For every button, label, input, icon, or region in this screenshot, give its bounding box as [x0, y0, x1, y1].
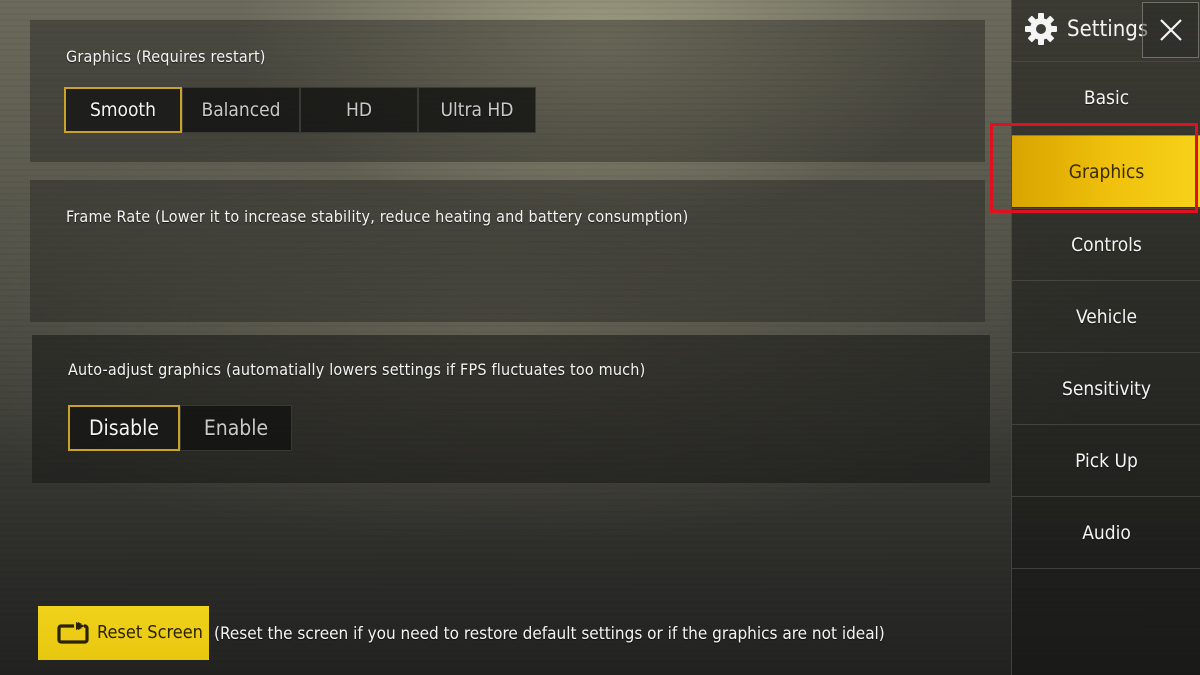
sidebar-item-pick-up[interactable]: Pick Up [1012, 424, 1200, 496]
sidebar-empty-slot [1012, 568, 1200, 675]
sidebar-item-sensitivity[interactable]: Sensitivity [1012, 352, 1200, 424]
reset-screen-icon [57, 622, 89, 644]
auto-adjust-title: Auto-adjust graphics (automatially lower… [68, 360, 646, 379]
sidebar-item-graphics[interactable]: Graphics [1012, 135, 1200, 207]
close-button[interactable] [1142, 2, 1199, 58]
settings-sidebar: Settings Basic Graphics Controls Vehicle… [1011, 0, 1200, 675]
sidebar-item-vehicle[interactable]: Vehicle [1012, 280, 1200, 352]
graphics-option-ultra-hd[interactable]: Ultra HD [418, 87, 536, 133]
auto-adjust-option-enable[interactable]: Enable [180, 405, 292, 451]
frame-rate-panel: Frame Rate (Lower it to increase stabili… [30, 180, 985, 322]
reset-screen-label: Reset Screen [97, 622, 203, 643]
sidebar-header: Settings [1012, 0, 1200, 60]
auto-adjust-panel: Auto-adjust graphics (automatially lower… [32, 335, 990, 483]
graphics-option-hd[interactable]: HD [300, 87, 418, 133]
graphics-quality-panel: Graphics (Requires restart) Smooth Balan… [30, 20, 985, 162]
sidebar-item-controls[interactable]: Controls [1012, 208, 1200, 280]
sidebar-item-audio[interactable]: Audio [1012, 496, 1200, 568]
auto-adjust-segmented-control: Disable Enable [68, 405, 292, 451]
graphics-quality-title: Graphics (Requires restart) [66, 47, 266, 66]
graphics-option-balanced[interactable]: Balanced [182, 87, 300, 133]
gear-icon [1025, 13, 1057, 45]
graphics-quality-segmented-control: Smooth Balanced HD Ultra HD [64, 87, 536, 133]
graphics-option-smooth[interactable]: Smooth [64, 87, 182, 133]
frame-rate-title: Frame Rate (Lower it to increase stabili… [66, 207, 689, 226]
reset-screen-button[interactable]: Reset Screen [38, 606, 209, 660]
close-icon [1159, 19, 1182, 41]
auto-adjust-option-disable[interactable]: Disable [68, 405, 180, 451]
settings-title: Settings [1067, 17, 1149, 42]
sidebar-item-basic[interactable]: Basic [1012, 61, 1200, 133]
reset-screen-note: (Reset the screen if you need to restore… [214, 624, 885, 644]
